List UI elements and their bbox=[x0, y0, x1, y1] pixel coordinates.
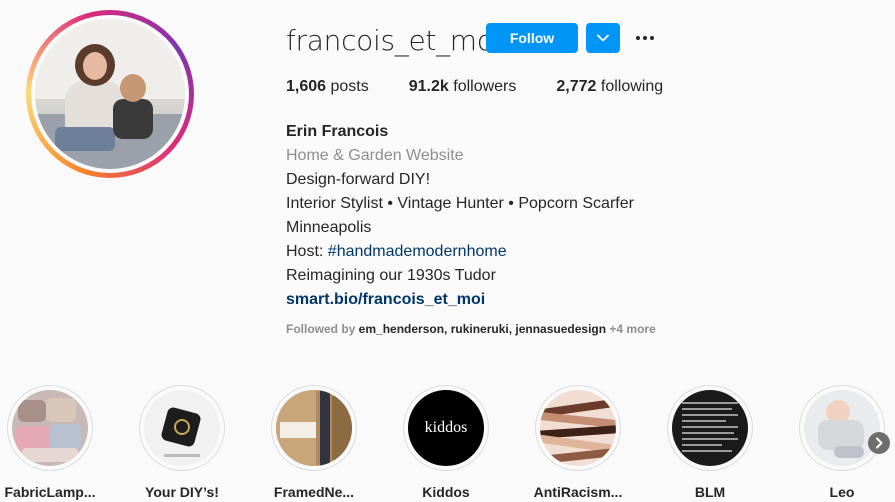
following-count: 2,772 bbox=[556, 78, 597, 95]
followed-by-names: em_henderson, rukineruki, jennasuedesign bbox=[358, 322, 607, 336]
fabric-lamps-thumbnail bbox=[12, 390, 88, 466]
chevron-down-icon bbox=[597, 34, 609, 42]
highlight-blm[interactable]: BLM bbox=[660, 385, 760, 500]
posts-label: posts bbox=[330, 78, 369, 95]
suggested-accounts-button[interactable] bbox=[586, 23, 620, 53]
more-dot bbox=[643, 36, 647, 40]
more-dot bbox=[636, 36, 640, 40]
highlight-label: FramedNe... bbox=[273, 484, 355, 500]
following-label: following bbox=[600, 78, 664, 95]
highlight-fabric-lamps[interactable]: FabricLamp... bbox=[0, 385, 100, 500]
highlight-framed-news[interactable]: FramedNe... bbox=[264, 385, 364, 500]
highlight-ring bbox=[535, 385, 621, 471]
highlight-ring bbox=[799, 385, 885, 471]
follow-button[interactable]: Follow bbox=[486, 23, 578, 53]
chevron-right-icon bbox=[876, 437, 883, 449]
highlight-label: FabricLamp... bbox=[4, 484, 96, 500]
bio-line: Interior Stylist • Vintage Hunter • Popc… bbox=[286, 195, 634, 212]
story-highlights: FabricLamp... Your DIY’s! FramedNe... ki bbox=[0, 385, 895, 502]
avatar-photo-face bbox=[83, 52, 107, 80]
leo-thumbnail bbox=[804, 390, 880, 466]
your-diys-thumbnail bbox=[144, 390, 220, 466]
avatar-photo-child bbox=[113, 99, 153, 139]
followed-by[interactable]: Followed by em_henderson, rukineruki, je… bbox=[286, 322, 656, 336]
kiddos-thumbnail-text: kiddos bbox=[424, 419, 468, 436]
highlight-ring bbox=[7, 385, 93, 471]
profile-avatar[interactable] bbox=[26, 10, 194, 178]
more-options-icon[interactable] bbox=[632, 27, 658, 49]
profile-username: francois_et_moi bbox=[286, 24, 502, 57]
avatar-photo bbox=[35, 19, 185, 169]
followed-by-label: Followed by bbox=[286, 322, 359, 336]
framed-news-thumbnail bbox=[276, 390, 352, 466]
avatar-inner-ring bbox=[31, 15, 189, 173]
following-stat[interactable]: 2,772 following bbox=[556, 78, 663, 96]
bio-line: Design-forward DIY! bbox=[286, 171, 431, 188]
bio-host-line: Host: #handmademodernhome bbox=[286, 240, 846, 264]
highlight-label: Leo bbox=[829, 484, 855, 500]
followers-label: followers bbox=[453, 78, 517, 95]
blm-thumbnail bbox=[672, 390, 748, 466]
highlight-ring bbox=[667, 385, 753, 471]
avatar-photo-child-head bbox=[120, 74, 146, 102]
highlight-label: AntiRacism... bbox=[533, 484, 623, 500]
highlights-next-button[interactable] bbox=[868, 432, 890, 454]
profile-bio: Erin Francois Home & Garden Website Desi… bbox=[286, 120, 846, 312]
highlight-ring bbox=[271, 385, 357, 471]
more-dot bbox=[650, 36, 654, 40]
profile-category: Home & Garden Website bbox=[286, 147, 464, 164]
highlight-kiddos[interactable]: kiddos Kiddos bbox=[396, 385, 496, 500]
highlight-antiracism[interactable]: AntiRacism... bbox=[528, 385, 628, 500]
highlight-your-diys[interactable]: Your DIY’s! bbox=[132, 385, 232, 500]
followers-stat[interactable]: 91.2k followers bbox=[409, 78, 517, 96]
highlight-ring: kiddos bbox=[403, 385, 489, 471]
highlight-ring bbox=[139, 385, 225, 471]
website-link[interactable]: smart.bio/francois_et_moi bbox=[286, 288, 846, 312]
kiddos-thumbnail: kiddos bbox=[408, 390, 484, 466]
highlight-label: BLM bbox=[694, 484, 726, 500]
profile-stats: 1,606 posts 91.2k followers 2,772 follow… bbox=[286, 78, 703, 96]
bio-line: Reimagining our 1930s Tudor bbox=[286, 267, 496, 284]
highlight-label: Your DIY’s! bbox=[145, 484, 219, 500]
hashtag-link[interactable]: #handmademodernhome bbox=[328, 243, 507, 260]
profile-full-name: Erin Francois bbox=[286, 123, 389, 140]
bio-line: Minneapolis bbox=[286, 219, 372, 236]
antiracism-thumbnail bbox=[540, 390, 616, 466]
host-prefix: Host: bbox=[286, 243, 328, 260]
posts-count: 1,606 bbox=[286, 78, 327, 95]
highlight-label: Kiddos bbox=[422, 484, 470, 500]
followers-count: 91.2k bbox=[408, 78, 449, 95]
avatar-photo-jeans bbox=[55, 127, 115, 151]
posts-stat: 1,606 posts bbox=[286, 78, 369, 96]
followed-by-more: +4 more bbox=[606, 322, 656, 336]
